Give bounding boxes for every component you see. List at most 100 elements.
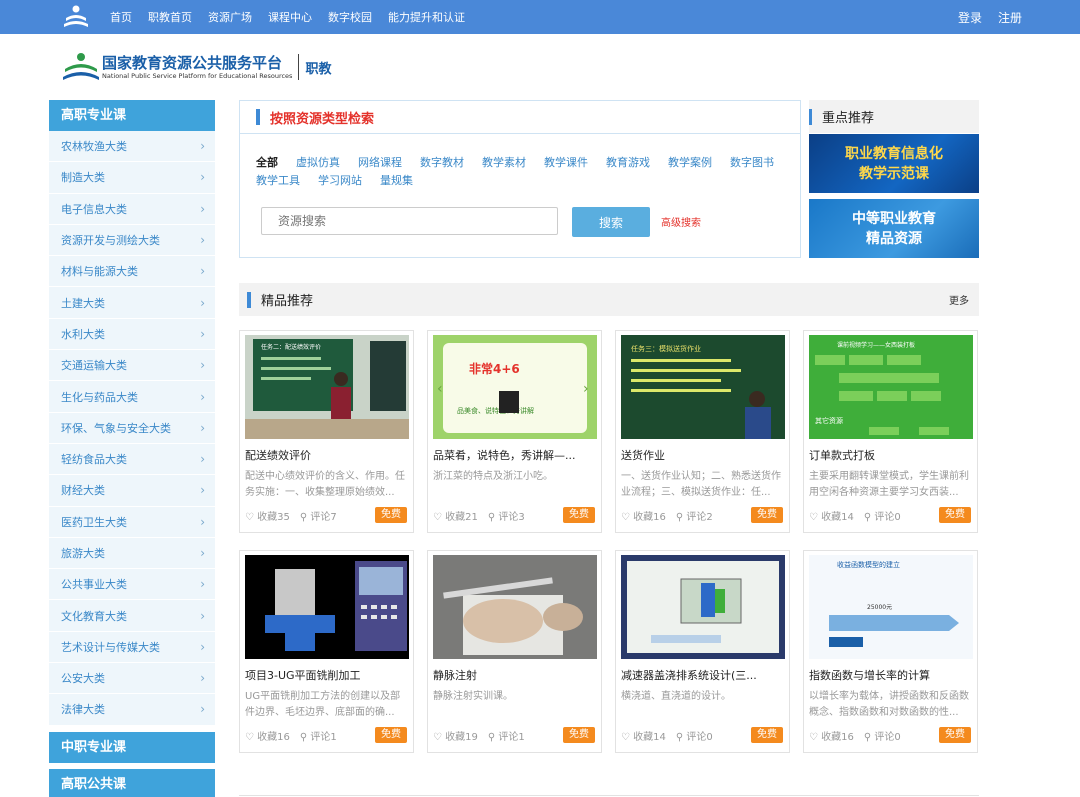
sidebar-item[interactable]: 公共事业大类 › <box>49 569 215 601</box>
card-title[interactable]: 配送绩效评价 <box>245 447 409 463</box>
nav-ability-certification[interactable]: 能力提升和认证 <box>388 9 465 25</box>
sidebar-head-secondary-vocational[interactable]: 中职专业课 <box>49 731 215 763</box>
type-filter[interactable]: 数字图书 <box>730 156 774 170</box>
sidebar-item[interactable]: 旅游大类 › <box>49 538 215 570</box>
card-thumbnail[interactable]: 非常4+6 品美食、说特色、秀讲解 ‹ › <box>433 335 597 439</box>
sidebar-item[interactable]: 轻纺食品大类 › <box>49 444 215 476</box>
sidebar-item[interactable]: 环保、气象与安全大类 › <box>49 413 215 444</box>
sidebar-item[interactable]: 医药卫生大类 › <box>49 507 215 538</box>
platform-logo-icon[interactable] <box>62 4 90 30</box>
nav-vocational-home[interactable]: 职教首页 <box>148 9 192 25</box>
register-link[interactable]: 注册 <box>998 9 1022 26</box>
card-thumbnail[interactable] <box>433 555 597 659</box>
heart-icon[interactable]: ♡ 收藏16 <box>245 728 290 743</box>
nav-course-center[interactable]: 课程中心 <box>268 9 312 25</box>
sidebar-item[interactable]: 电子信息大类 › <box>49 194 215 225</box>
type-filter[interactable]: 教学工具 <box>256 174 300 188</box>
sidebar-head-public-courses[interactable]: 高职公共课 <box>49 768 215 797</box>
resource-card[interactable]: 非常4+6 品美食、说特色、秀讲解 ‹ › 品菜肴，说特色，秀讲解—... 浙江… <box>427 330 602 533</box>
type-filter[interactable]: 数字教材 <box>420 156 464 170</box>
heart-icon[interactable]: ♡ 收藏21 <box>433 508 478 523</box>
sidebar-item[interactable]: 财经大类 › <box>49 475 215 507</box>
card-title[interactable]: 送货作业 <box>621 447 785 463</box>
nav-resource-square[interactable]: 资源广场 <box>208 9 252 25</box>
sidebar-head-higher-vocational[interactable]: 高职专业课 <box>49 100 215 131</box>
card-title[interactable]: 品菜肴，说特色，秀讲解—... <box>433 447 597 463</box>
brand-header[interactable]: 国家教育资源公共服务平台 National Public Service Pla… <box>62 50 331 84</box>
sidebar-item[interactable]: 土建大类 › <box>49 287 215 319</box>
thumb-caption: 非常4+6 <box>469 361 520 376</box>
comment-count: 评论0 <box>874 512 901 523</box>
sidebar-item-label: 轻纺食品大类 <box>61 453 127 467</box>
card-thumbnail[interactable]: 任务二：配送绩效评价 <box>245 335 409 439</box>
banner-secondary-resources[interactable]: 中等职业教育 精品资源 <box>809 199 979 258</box>
sidebar-item[interactable]: 水利大类 › <box>49 319 215 351</box>
sidebar-item[interactable]: 公安大类 › <box>49 663 215 695</box>
card-title[interactable]: 减速器盖浇排系统设计(三... <box>621 667 785 683</box>
sidebar-item[interactable]: 资源开发与测绘大类 › <box>49 225 215 257</box>
card-title[interactable]: 项目3-UG平面铣削加工 <box>245 667 409 683</box>
type-filter[interactable]: 教育游戏 <box>606 156 650 170</box>
banner-demo-course[interactable]: 职业教育信息化 教学示范课 <box>809 134 979 193</box>
type-filter[interactable]: 网络课程 <box>358 156 402 170</box>
section-divider <box>239 795 979 796</box>
type-filter[interactable]: 教学课件 <box>544 156 588 170</box>
card-title[interactable]: 指数函数与增长率的计算 <box>809 667 973 683</box>
thumb-caption: 任务三：模拟送货作业 <box>631 344 701 353</box>
search-input[interactable] <box>261 207 558 235</box>
sidebar-item[interactable]: 制造大类 › <box>49 162 215 194</box>
resource-card[interactable]: 任务三：模拟送货作业 送货作业 一、送货作业认知；二、熟悉送货作业流程；三、模拟… <box>615 330 790 533</box>
free-badge: 免费 <box>939 507 971 523</box>
sidebar-item-label: 水利大类 <box>61 327 105 341</box>
heart-icon[interactable]: ♡ 收藏14 <box>809 508 854 523</box>
heart-icon[interactable]: ♡ 收藏19 <box>433 728 478 743</box>
sidebar-item[interactable]: 材料与能源大类 › <box>49 256 215 288</box>
card-description: 一、送货作业认知；二、熟悉送货作业流程；三、模拟送货作业：任... <box>621 471 781 498</box>
nav-digital-campus[interactable]: 数字校园 <box>328 9 372 25</box>
resource-card[interactable]: 减速器盖浇排系统设计(三... 横浇道、直浇道的设计。 ♡ 收藏14 ⚲ 评论0… <box>615 550 790 753</box>
type-filter[interactable]: 教学案例 <box>668 156 712 170</box>
type-filter[interactable]: 学习网站 <box>318 174 362 188</box>
free-badge: 免费 <box>751 727 783 743</box>
recommend-title: 重点推荐 <box>809 100 979 133</box>
resource-card[interactable]: 项目3-UG平面铣削加工 UG平面铣削加工方法的创建以及部件边界、毛坯边界、底部… <box>239 550 414 753</box>
chevron-right-icon: › <box>200 326 205 341</box>
thumb-caption: 其它资源 <box>815 416 843 425</box>
resource-card[interactable]: 静脉注射 静脉注射实训课。 ♡ 收藏19 ⚲ 评论1 免费 <box>427 550 602 753</box>
chevron-right-icon: › <box>200 201 205 216</box>
sidebar-item[interactable]: 艺术设计与传媒大类 › <box>49 632 215 664</box>
heart-icon[interactable]: ♡ 收藏16 <box>809 728 854 743</box>
card-title[interactable]: 订单款式打板 <box>809 447 973 463</box>
heart-icon[interactable]: ♡ 收藏14 <box>621 728 666 743</box>
login-link[interactable]: 登录 <box>958 9 982 26</box>
type-filter[interactable]: 教学素材 <box>482 156 526 170</box>
type-filter[interactable]: 量规集 <box>380 174 413 188</box>
sidebar-item[interactable]: 交通运输大类 › <box>49 350 215 382</box>
advanced-search-link[interactable]: 高级搜索 <box>661 214 701 229</box>
card-thumbnail[interactable] <box>621 555 785 659</box>
chevron-right-icon: › <box>200 264 205 279</box>
search-button[interactable]: 搜索 <box>572 207 650 237</box>
comment-count: 评论3 <box>498 512 525 523</box>
sidebar-item[interactable]: 法律大类 › <box>49 694 215 726</box>
sidebar-item[interactable]: 生化与药品大类 › <box>49 381 215 413</box>
more-link[interactable]: 更多 <box>949 292 969 307</box>
heart-icon[interactable]: ♡ 收藏35 <box>245 508 290 523</box>
type-filter-all[interactable]: 全部 <box>256 156 278 170</box>
card-thumbnail[interactable]: 收益函数模型的建立 25000元 <box>809 555 973 659</box>
card-thumbnail[interactable] <box>245 555 409 659</box>
comment-count: 评论0 <box>686 732 713 743</box>
nav-home[interactable]: 首页 <box>110 9 132 25</box>
key-recommend-panel: 重点推荐 职业教育信息化 教学示范课 中等职业教育 精品资源 <box>809 100 979 258</box>
card-title[interactable]: 静脉注射 <box>433 667 597 683</box>
resource-card[interactable]: 任务二：配送绩效评价 配送绩效评价 配送中心绩效评价的含义、作用。任务实施：一、… <box>239 330 414 533</box>
sidebar-item[interactable]: 文化教育大类 › <box>49 600 215 632</box>
resource-card[interactable]: 收益函数模型的建立 25000元 指数函数与增长率的计算 以增长率为载体，讲授函… <box>803 550 978 753</box>
type-filter[interactable]: 虚拟仿真 <box>296 156 340 170</box>
card-thumbnail[interactable]: 任务三：模拟送货作业 <box>621 335 785 439</box>
sidebar-item[interactable]: 农林牧渔大类 › <box>49 131 215 163</box>
card-thumbnail[interactable]: 课前视频学习——女西装打板 其它资源 <box>809 335 973 439</box>
favorite-count: 收藏19 <box>445 732 478 743</box>
heart-icon[interactable]: ♡ 收藏16 <box>621 508 666 523</box>
resource-card[interactable]: 课前视频学习——女西装打板 其它资源 订单款式打板 主要采用翻转课堂模式，学生课… <box>803 330 978 533</box>
